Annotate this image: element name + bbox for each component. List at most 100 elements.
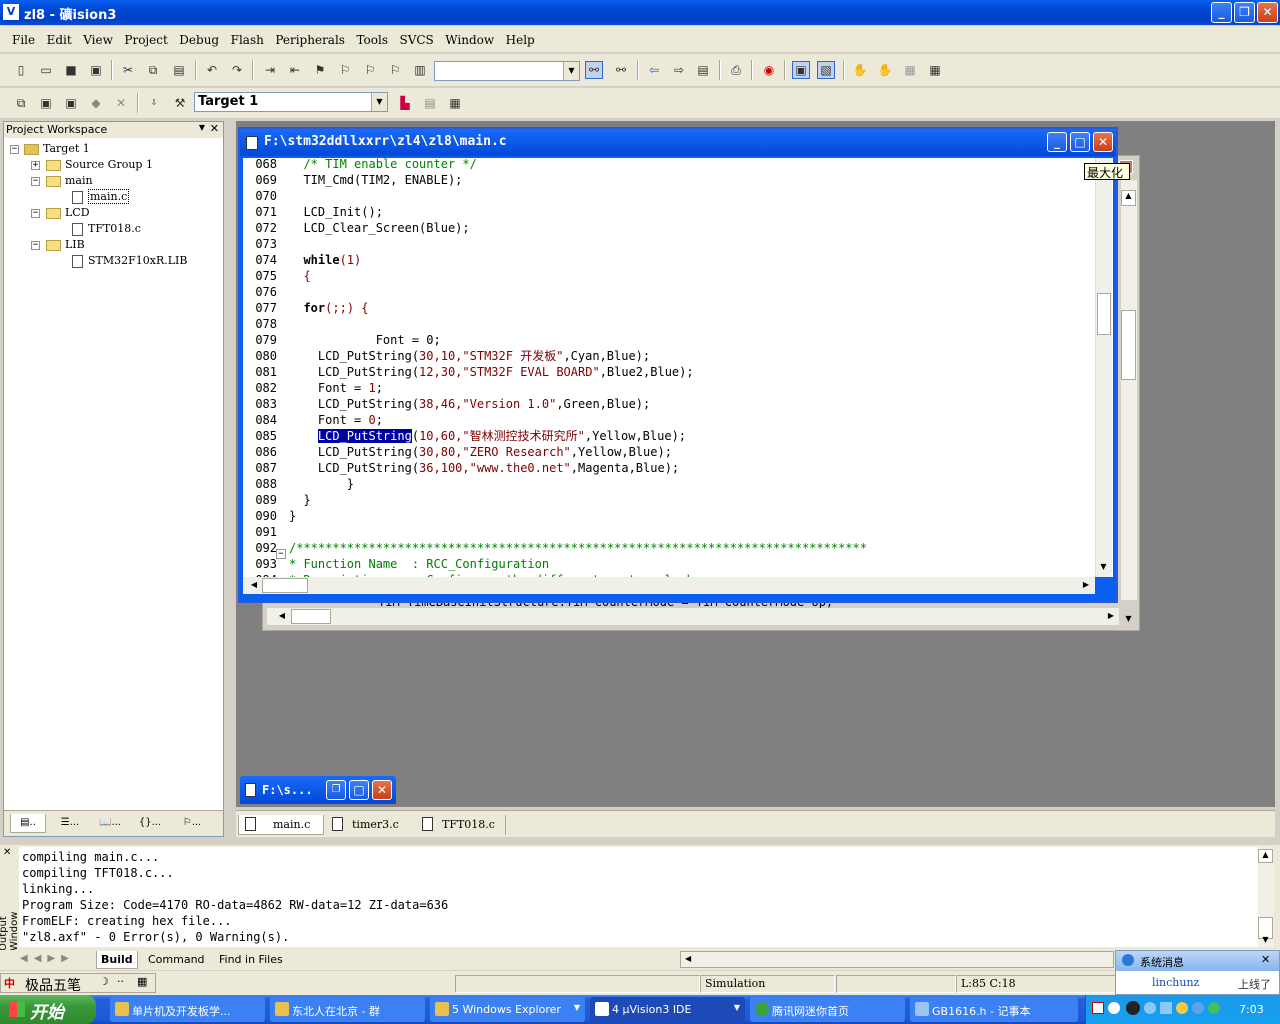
code-line[interactable]: 080 LCD_PutString(30,10,"STM32F 开发板",Cya… bbox=[243, 348, 650, 364]
clock[interactable]: 7:03 bbox=[1239, 1003, 1264, 1016]
select-device-icon[interactable]: ▤ bbox=[421, 94, 439, 112]
task-1[interactable]: 单片机及开发板学... bbox=[110, 997, 265, 1022]
clear-bookmarks-icon[interactable]: ⚐ bbox=[386, 61, 404, 79]
chevron-down-icon[interactable]: ▼ bbox=[563, 62, 579, 80]
code-line[interactable]: 082 Font = 1; bbox=[243, 380, 383, 396]
code-line[interactable]: 081 LCD_PutString(12,30,"STM32F EVAL BOA… bbox=[243, 364, 693, 380]
restore-button[interactable]: ❐ bbox=[1234, 2, 1255, 23]
code-line[interactable]: 085 LCD_PutString(10,60,"智林测控技术研究所",Yell… bbox=[243, 428, 686, 444]
editor-minimize-button[interactable]: _ bbox=[1047, 132, 1067, 152]
tab-command[interactable]: Command bbox=[144, 951, 209, 969]
cut-icon[interactable]: ✂ bbox=[119, 61, 137, 79]
tree-lib-file[interactable]: STM32F10xR.LIB bbox=[72, 254, 187, 268]
start-button[interactable]: 开始 bbox=[0, 995, 96, 1024]
tab-files[interactable]: ▤.. bbox=[10, 814, 46, 833]
editor-horizontal-scrollbar[interactable]: ◀ ▶ bbox=[243, 577, 1095, 594]
browse-icon[interactable]: ▤ bbox=[694, 61, 712, 79]
code-line[interactable]: 077 for(;;) { bbox=[243, 300, 368, 316]
code-line[interactable]: 088 } bbox=[243, 476, 354, 492]
scroll-left-icon[interactable]: ◀ bbox=[274, 608, 290, 624]
punct-icon[interactable]: ·· bbox=[117, 975, 124, 988]
maximize-button[interactable]: □ bbox=[349, 780, 369, 800]
menu-peripherals[interactable]: Peripherals bbox=[270, 29, 348, 47]
editor-vertical-scrollbar[interactable]: ▼ bbox=[1095, 158, 1112, 577]
navigate-back-icon[interactable]: ⇦ bbox=[645, 61, 663, 79]
vertical-scrollbar[interactable]: ▲ ▼ bbox=[1121, 180, 1137, 623]
editor-maximize-button[interactable]: □ bbox=[1070, 132, 1090, 152]
build-target-icon[interactable]: ▣ bbox=[37, 94, 55, 112]
tab-books[interactable]: 📖... bbox=[92, 814, 128, 833]
close-icon[interactable]: ✕ bbox=[210, 122, 219, 135]
menu-edit[interactable]: Edit bbox=[42, 29, 75, 47]
moon-icon[interactable]: ☽ bbox=[99, 975, 109, 988]
indent-icon[interactable]: ⇥ bbox=[261, 61, 279, 79]
menu-view[interactable]: View bbox=[78, 29, 116, 47]
tab-nav-arrows-icon[interactable]: ◀◀▶▶ bbox=[20, 953, 75, 964]
find-binoculars-icon[interactable]: ⚯ bbox=[585, 61, 603, 79]
tray-app-icon[interactable] bbox=[1176, 1002, 1188, 1014]
tree-main-c[interactable]: main.c bbox=[72, 189, 130, 204]
menu-window[interactable]: Window bbox=[440, 29, 497, 47]
collapse-icon[interactable]: − bbox=[31, 209, 40, 218]
output-toggle-icon[interactable]: ▧ bbox=[817, 61, 835, 79]
code-line[interactable]: 086 LCD_PutString(30,80,"ZERO Research",… bbox=[243, 444, 672, 460]
tree-lcd-group[interactable]: LCD bbox=[46, 206, 90, 219]
code-line[interactable]: 075 { bbox=[243, 268, 310, 284]
editor-close-button[interactable]: ✕ bbox=[1093, 132, 1113, 152]
task-4[interactable]: 4 µVision3 IDE ▼ bbox=[590, 997, 745, 1022]
code-line[interactable]: 083 LCD_PutString(38,46,"Version 1.0",Gr… bbox=[243, 396, 650, 412]
code-line[interactable]: 079 Font = 0; bbox=[243, 332, 440, 348]
network-icon[interactable] bbox=[1144, 1002, 1156, 1014]
tree-source-group[interactable]: Source Group 1 bbox=[46, 158, 153, 171]
scroll-up-icon[interactable]: ▲ bbox=[1258, 849, 1273, 863]
tray-icon[interactable] bbox=[1092, 1002, 1104, 1014]
tab-timer3-c[interactable]: timer3.c bbox=[326, 815, 412, 835]
navigate-forward-icon[interactable]: ⇨ bbox=[670, 61, 688, 79]
target-options-icon[interactable]: ⚒ bbox=[171, 94, 189, 112]
chevron-down-icon[interactable]: ▼ bbox=[371, 93, 387, 111]
output-h-scrollbar[interactable]: ◀ bbox=[680, 951, 1114, 968]
minimized-editor-window[interactable]: F:\s... ❐ □ ✕ bbox=[240, 776, 396, 804]
memory-icon[interactable]: ▦ bbox=[901, 61, 919, 79]
scroll-up-icon[interactable]: ▲ bbox=[1121, 190, 1136, 206]
close-icon[interactable]: ✕ bbox=[1261, 953, 1270, 966]
umbrella-icon[interactable] bbox=[1208, 1002, 1220, 1014]
code-line[interactable]: 068 /* TIM enable counter */ bbox=[243, 158, 477, 172]
tab-templates[interactable]: ⚐... bbox=[174, 814, 210, 833]
batch-build-icon[interactable]: ◆ bbox=[87, 94, 105, 112]
tree-target[interactable]: Target 1 bbox=[24, 142, 90, 155]
code-line[interactable]: 093 * Function Name : RCC_Configuration bbox=[243, 556, 549, 572]
code-line[interactable]: 076 bbox=[243, 284, 289, 300]
keyboard-icon[interactable]: ▦ bbox=[137, 975, 147, 988]
editor-window[interactable]: F:\stm32ddllxxrr\zl4\zl8\main.c _ □ ✕ 06… bbox=[238, 127, 1130, 603]
close-button[interactable]: ✕ bbox=[372, 780, 392, 800]
horizontal-scrollbar[interactable]: ◀ ▶ bbox=[267, 608, 1119, 625]
output-text[interactable]: compiling main.c... compiling TFT018.c..… bbox=[19, 847, 1259, 947]
menu-debug[interactable]: Debug bbox=[174, 29, 222, 47]
h-scroll-thumb[interactable] bbox=[291, 609, 331, 624]
fold-toggle-icon[interactable]: − bbox=[276, 549, 286, 559]
task-6[interactable]: GB1616.h - 记事本 bbox=[910, 997, 1078, 1022]
notify-user[interactable]: linchunz bbox=[1152, 976, 1199, 989]
minimize-button[interactable]: _ bbox=[1211, 2, 1232, 23]
task-3[interactable]: 5 Windows Explorer ▼ bbox=[430, 997, 585, 1022]
code-area[interactable]: 068 /* TIM enable counter */069 TIM_Cmd(… bbox=[243, 158, 1113, 577]
task-2[interactable]: 东北人在北京 - 群 bbox=[270, 997, 425, 1022]
qq-notification[interactable]: 系统消息 ✕ linchunz 上线了 bbox=[1115, 950, 1280, 995]
collapse-icon[interactable]: − bbox=[31, 177, 40, 186]
output-scrollbar[interactable]: ▲ ▼ bbox=[1258, 847, 1274, 947]
tree-tft-c[interactable]: TFT018.c bbox=[72, 222, 141, 236]
menu-help[interactable]: Help bbox=[501, 29, 538, 47]
tab-main-c[interactable]: main.c bbox=[238, 815, 324, 835]
components-icon[interactable]: ▙ bbox=[396, 94, 414, 112]
scroll-thumb[interactable] bbox=[1121, 310, 1136, 380]
code-line[interactable]: 074 while(1) bbox=[243, 252, 361, 268]
collapse-icon[interactable]: − bbox=[10, 145, 19, 154]
h-scroll-thumb[interactable] bbox=[262, 578, 308, 593]
tray-arrow-icon[interactable] bbox=[1108, 1002, 1120, 1014]
code-line[interactable]: 069 TIM_Cmd(TIM2, ENABLE); bbox=[243, 172, 462, 188]
find-in-files-icon[interactable]: ▥ bbox=[411, 61, 429, 79]
monitor-icon[interactable] bbox=[1160, 1002, 1172, 1014]
menu-svcs[interactable]: SVCS bbox=[394, 29, 436, 47]
close-button[interactable]: ✕ bbox=[1257, 2, 1278, 23]
